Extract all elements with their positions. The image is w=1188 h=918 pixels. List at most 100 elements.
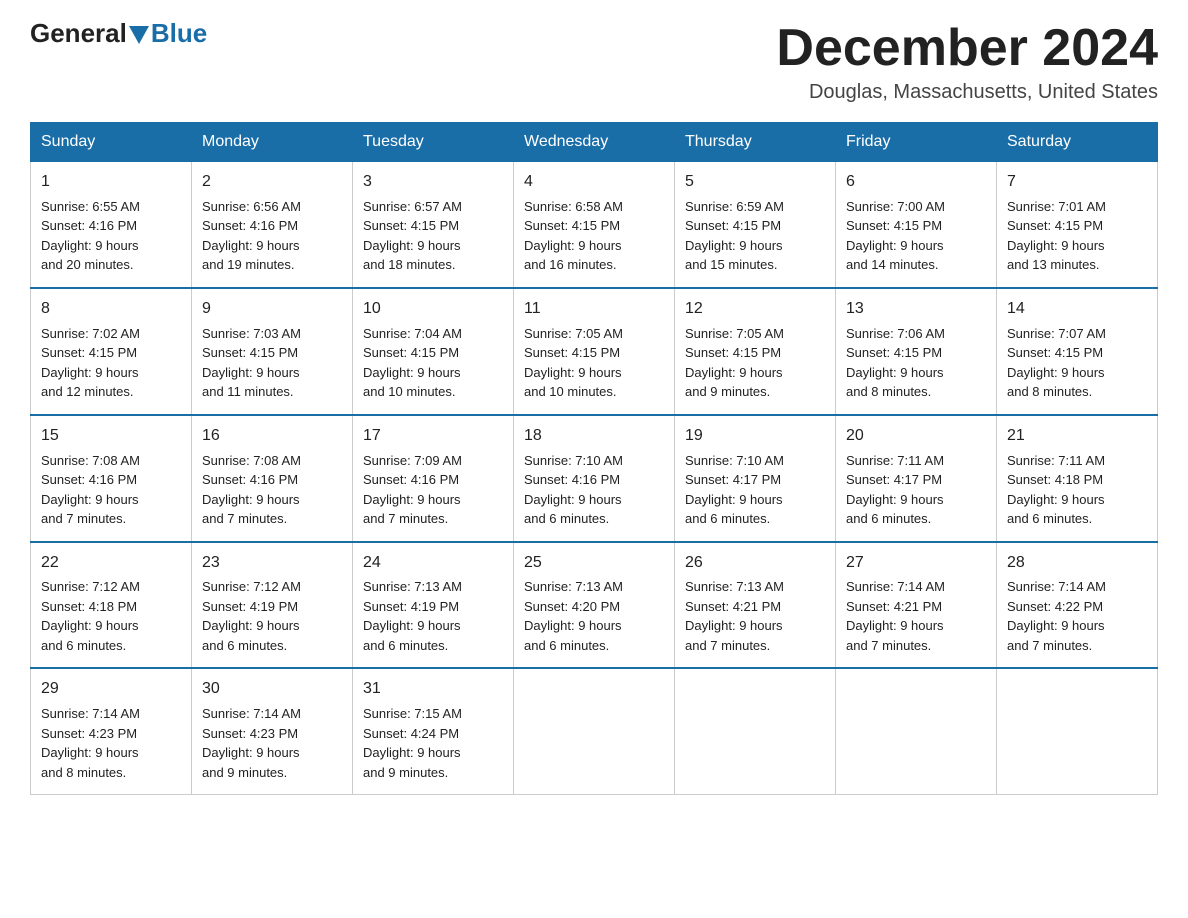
- day-info: Sunrise: 7:10 AM Sunset: 4:16 PM Dayligh…: [524, 451, 666, 529]
- day-info: Sunrise: 7:14 AM Sunset: 4:23 PM Dayligh…: [202, 704, 344, 782]
- header-friday: Friday: [836, 123, 997, 162]
- day-info: Sunrise: 7:04 AM Sunset: 4:15 PM Dayligh…: [363, 324, 505, 402]
- day-number: 4: [524, 170, 666, 195]
- day-info: Sunrise: 7:12 AM Sunset: 4:19 PM Dayligh…: [202, 577, 344, 655]
- calendar-cell: 2Sunrise: 6:56 AM Sunset: 4:16 PM Daylig…: [192, 162, 353, 288]
- calendar-header: SundayMondayTuesdayWednesdayThursdayFrid…: [31, 123, 1158, 162]
- day-number: 14: [1007, 297, 1149, 322]
- calendar-cell: 31Sunrise: 7:15 AM Sunset: 4:24 PM Dayli…: [353, 668, 514, 794]
- title-block: December 2024 Douglas, Massachusetts, Un…: [776, 20, 1158, 104]
- day-info: Sunrise: 6:56 AM Sunset: 4:16 PM Dayligh…: [202, 197, 344, 275]
- calendar-cell: 14Sunrise: 7:07 AM Sunset: 4:15 PM Dayli…: [997, 288, 1158, 415]
- day-number: 18: [524, 424, 666, 449]
- day-info: Sunrise: 6:58 AM Sunset: 4:15 PM Dayligh…: [524, 197, 666, 275]
- day-info: Sunrise: 7:05 AM Sunset: 4:15 PM Dayligh…: [524, 324, 666, 402]
- logo-general-text: General: [30, 20, 127, 46]
- calendar-cell: 21Sunrise: 7:11 AM Sunset: 4:18 PM Dayli…: [997, 415, 1158, 542]
- day-number: 19: [685, 424, 827, 449]
- day-info: Sunrise: 7:12 AM Sunset: 4:18 PM Dayligh…: [41, 577, 183, 655]
- calendar-cell: 10Sunrise: 7:04 AM Sunset: 4:15 PM Dayli…: [353, 288, 514, 415]
- week-row-3: 15Sunrise: 7:08 AM Sunset: 4:16 PM Dayli…: [31, 415, 1158, 542]
- calendar-cell: 1Sunrise: 6:55 AM Sunset: 4:16 PM Daylig…: [31, 162, 192, 288]
- calendar-cell: 17Sunrise: 7:09 AM Sunset: 4:16 PM Dayli…: [353, 415, 514, 542]
- day-number: 17: [363, 424, 505, 449]
- calendar-cell: 22Sunrise: 7:12 AM Sunset: 4:18 PM Dayli…: [31, 542, 192, 669]
- day-number: 10: [363, 297, 505, 322]
- day-number: 7: [1007, 170, 1149, 195]
- week-row-4: 22Sunrise: 7:12 AM Sunset: 4:18 PM Dayli…: [31, 542, 1158, 669]
- day-number: 23: [202, 551, 344, 576]
- day-number: 27: [846, 551, 988, 576]
- calendar-cell: 12Sunrise: 7:05 AM Sunset: 4:15 PM Dayli…: [675, 288, 836, 415]
- day-info: Sunrise: 7:14 AM Sunset: 4:23 PM Dayligh…: [41, 704, 183, 782]
- day-info: Sunrise: 6:59 AM Sunset: 4:15 PM Dayligh…: [685, 197, 827, 275]
- week-row-1: 1Sunrise: 6:55 AM Sunset: 4:16 PM Daylig…: [31, 162, 1158, 288]
- logo: General Blue: [30, 20, 207, 51]
- day-number: 21: [1007, 424, 1149, 449]
- calendar-table: SundayMondayTuesdayWednesdayThursdayFrid…: [30, 122, 1158, 795]
- day-info: Sunrise: 7:11 AM Sunset: 4:17 PM Dayligh…: [846, 451, 988, 529]
- day-number: 29: [41, 677, 183, 702]
- header-row: SundayMondayTuesdayWednesdayThursdayFrid…: [31, 123, 1158, 162]
- day-info: Sunrise: 7:15 AM Sunset: 4:24 PM Dayligh…: [363, 704, 505, 782]
- calendar-cell: 11Sunrise: 7:05 AM Sunset: 4:15 PM Dayli…: [514, 288, 675, 415]
- calendar-cell: [836, 668, 997, 794]
- day-info: Sunrise: 7:13 AM Sunset: 4:19 PM Dayligh…: [363, 577, 505, 655]
- day-number: 11: [524, 297, 666, 322]
- day-info: Sunrise: 7:01 AM Sunset: 4:15 PM Dayligh…: [1007, 197, 1149, 275]
- calendar-cell: 28Sunrise: 7:14 AM Sunset: 4:22 PM Dayli…: [997, 542, 1158, 669]
- day-info: Sunrise: 7:10 AM Sunset: 4:17 PM Dayligh…: [685, 451, 827, 529]
- day-info: Sunrise: 7:08 AM Sunset: 4:16 PM Dayligh…: [41, 451, 183, 529]
- day-number: 12: [685, 297, 827, 322]
- day-info: Sunrise: 7:11 AM Sunset: 4:18 PM Dayligh…: [1007, 451, 1149, 529]
- day-number: 25: [524, 551, 666, 576]
- day-info: Sunrise: 6:55 AM Sunset: 4:16 PM Dayligh…: [41, 197, 183, 275]
- calendar-cell: 29Sunrise: 7:14 AM Sunset: 4:23 PM Dayli…: [31, 668, 192, 794]
- header-monday: Monday: [192, 123, 353, 162]
- calendar-cell: 7Sunrise: 7:01 AM Sunset: 4:15 PM Daylig…: [997, 162, 1158, 288]
- calendar-cell: 8Sunrise: 7:02 AM Sunset: 4:15 PM Daylig…: [31, 288, 192, 415]
- week-row-5: 29Sunrise: 7:14 AM Sunset: 4:23 PM Dayli…: [31, 668, 1158, 794]
- week-row-2: 8Sunrise: 7:02 AM Sunset: 4:15 PM Daylig…: [31, 288, 1158, 415]
- calendar-cell: [997, 668, 1158, 794]
- day-number: 13: [846, 297, 988, 322]
- day-number: 6: [846, 170, 988, 195]
- calendar-body: 1Sunrise: 6:55 AM Sunset: 4:16 PM Daylig…: [31, 162, 1158, 795]
- day-info: Sunrise: 7:00 AM Sunset: 4:15 PM Dayligh…: [846, 197, 988, 275]
- day-info: Sunrise: 7:07 AM Sunset: 4:15 PM Dayligh…: [1007, 324, 1149, 402]
- calendar-cell: 4Sunrise: 6:58 AM Sunset: 4:15 PM Daylig…: [514, 162, 675, 288]
- header-saturday: Saturday: [997, 123, 1158, 162]
- calendar-cell: 27Sunrise: 7:14 AM Sunset: 4:21 PM Dayli…: [836, 542, 997, 669]
- logo-blue-text: Blue: [151, 20, 207, 46]
- calendar-cell: [675, 668, 836, 794]
- day-number: 8: [41, 297, 183, 322]
- calendar-cell: 6Sunrise: 7:00 AM Sunset: 4:15 PM Daylig…: [836, 162, 997, 288]
- day-info: Sunrise: 7:14 AM Sunset: 4:22 PM Dayligh…: [1007, 577, 1149, 655]
- day-info: Sunrise: 7:13 AM Sunset: 4:21 PM Dayligh…: [685, 577, 827, 655]
- day-number: 2: [202, 170, 344, 195]
- day-info: Sunrise: 6:57 AM Sunset: 4:15 PM Dayligh…: [363, 197, 505, 275]
- day-info: Sunrise: 7:14 AM Sunset: 4:21 PM Dayligh…: [846, 577, 988, 655]
- day-info: Sunrise: 7:13 AM Sunset: 4:20 PM Dayligh…: [524, 577, 666, 655]
- calendar-cell: [514, 668, 675, 794]
- day-number: 1: [41, 170, 183, 195]
- calendar-cell: 26Sunrise: 7:13 AM Sunset: 4:21 PM Dayli…: [675, 542, 836, 669]
- day-info: Sunrise: 7:08 AM Sunset: 4:16 PM Dayligh…: [202, 451, 344, 529]
- header-sunday: Sunday: [31, 123, 192, 162]
- location-title: Douglas, Massachusetts, United States: [776, 81, 1158, 104]
- calendar-cell: 3Sunrise: 6:57 AM Sunset: 4:15 PM Daylig…: [353, 162, 514, 288]
- calendar-cell: 23Sunrise: 7:12 AM Sunset: 4:19 PM Dayli…: [192, 542, 353, 669]
- day-number: 3: [363, 170, 505, 195]
- header-wednesday: Wednesday: [514, 123, 675, 162]
- calendar-cell: 30Sunrise: 7:14 AM Sunset: 4:23 PM Dayli…: [192, 668, 353, 794]
- day-number: 16: [202, 424, 344, 449]
- calendar-cell: 15Sunrise: 7:08 AM Sunset: 4:16 PM Dayli…: [31, 415, 192, 542]
- day-info: Sunrise: 7:09 AM Sunset: 4:16 PM Dayligh…: [363, 451, 505, 529]
- calendar-cell: 9Sunrise: 7:03 AM Sunset: 4:15 PM Daylig…: [192, 288, 353, 415]
- day-number: 30: [202, 677, 344, 702]
- day-number: 28: [1007, 551, 1149, 576]
- day-number: 24: [363, 551, 505, 576]
- day-number: 15: [41, 424, 183, 449]
- calendar-cell: 13Sunrise: 7:06 AM Sunset: 4:15 PM Dayli…: [836, 288, 997, 415]
- day-number: 20: [846, 424, 988, 449]
